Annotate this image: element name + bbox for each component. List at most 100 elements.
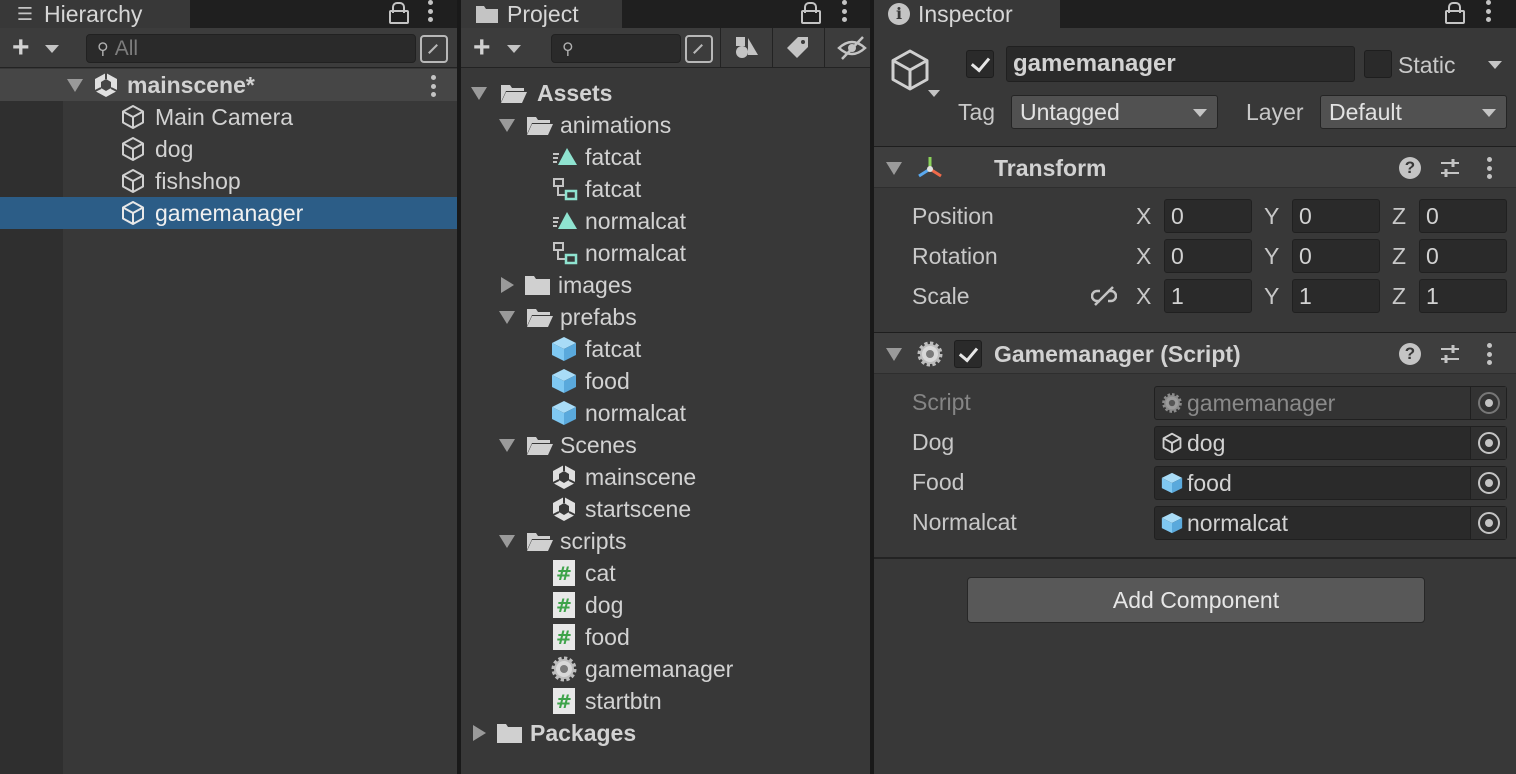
static-checkbox[interactable] <box>1364 50 1392 78</box>
expand-arrow-icon[interactable] <box>499 310 515 324</box>
axis-x-label[interactable]: X <box>1136 243 1151 270</box>
help-icon[interactable]: ? <box>1399 157 1421 179</box>
layer-dropdown[interactable]: Default <box>1320 95 1507 129</box>
expand-arrow-icon[interactable] <box>471 86 487 100</box>
list-item[interactable]: food <box>461 365 870 397</box>
list-item[interactable]: normalcat <box>461 237 870 269</box>
list-item[interactable]: dog <box>0 133 457 165</box>
static-dropdown-chevron[interactable] <box>1488 61 1502 69</box>
list-item[interactable]: mainscene <box>461 461 870 493</box>
object-picker-button[interactable] <box>1470 427 1506 459</box>
normalcat-object-field[interactable]: normalcat <box>1154 506 1507 540</box>
expand-arrow-icon[interactable] <box>886 162 902 175</box>
lock-icon[interactable] <box>389 2 409 24</box>
help-icon[interactable]: ? <box>1399 343 1421 365</box>
object-name-field[interactable]: gamemanager <box>1006 46 1355 82</box>
inspector-menu-icon[interactable] <box>1485 0 1491 22</box>
expand-arrow-icon[interactable] <box>499 118 515 132</box>
transform-menu-icon[interactable] <box>1486 157 1492 179</box>
list-item[interactable]: fatcat <box>461 141 870 173</box>
create-plus-button[interactable]: + <box>12 33 30 63</box>
list-item[interactable]: # cat <box>461 557 870 589</box>
expand-arrow-icon[interactable] <box>499 438 515 452</box>
chevron-down-icon[interactable] <box>45 45 59 53</box>
label-tag-icon[interactable] <box>785 35 811 61</box>
axis-x-label[interactable]: X <box>1136 203 1151 230</box>
lock-icon[interactable] <box>801 2 821 24</box>
tree-item-scripts[interactable]: scripts <box>461 525 870 557</box>
tree-item-packages[interactable]: Packages <box>461 717 870 749</box>
add-component-button[interactable]: Add Component <box>967 577 1425 623</box>
expand-arrow-icon[interactable] <box>886 348 902 361</box>
tab-hierarchy[interactable]: ☰ Hierarchy <box>0 0 190 28</box>
scale-x-field[interactable]: 1 <box>1164 279 1252 313</box>
tree-item-assets[interactable]: Assets <box>461 77 870 109</box>
search-by-type-icon[interactable] <box>420 35 448 63</box>
rotation-x-field[interactable]: 0 <box>1164 239 1252 273</box>
position-z-field[interactable]: 0 <box>1419 199 1507 233</box>
presets-sliders-icon[interactable] <box>1439 343 1461 365</box>
hierarchy-search-input[interactable]: ⚲ All <box>86 34 416 63</box>
scene-row[interactable]: mainscene* <box>0 69 457 101</box>
axis-z-label[interactable]: Z <box>1392 243 1406 270</box>
axis-z-label[interactable]: Z <box>1392 283 1406 310</box>
scene-menu-icon[interactable] <box>430 75 436 97</box>
tag-dropdown[interactable]: Untagged <box>1011 95 1218 129</box>
project-search-input[interactable]: ⚲ <box>551 34 681 63</box>
list-item[interactable]: # food <box>461 621 870 653</box>
position-y-field[interactable]: 0 <box>1292 199 1380 233</box>
axis-y-label[interactable]: Y <box>1264 283 1279 310</box>
hidden-eye-icon[interactable] <box>837 35 867 61</box>
expand-arrow-icon[interactable] <box>67 78 83 92</box>
list-item[interactable]: normalcat <box>461 397 870 429</box>
tree-item-animations[interactable]: animations <box>461 109 870 141</box>
target-icon <box>1478 432 1500 454</box>
list-item[interactable]: fatcat <box>461 333 870 365</box>
list-item[interactable]: normalcat <box>461 205 870 237</box>
gameobject-icon[interactable] <box>888 48 932 92</box>
object-picker-button[interactable] <box>1470 507 1506 539</box>
scale-y-field[interactable]: 1 <box>1292 279 1380 313</box>
list-item[interactable]: # startbtn <box>461 685 870 717</box>
list-item[interactable]: fatcat <box>461 173 870 205</box>
expand-arrow-icon[interactable] <box>499 534 515 548</box>
create-plus-button[interactable]: + <box>473 33 491 63</box>
axis-y-label[interactable]: Y <box>1264 243 1279 270</box>
food-object-field[interactable]: food <box>1154 466 1507 500</box>
object-picker-button[interactable] <box>1470 467 1506 499</box>
list-item[interactable]: # dog <box>461 589 870 621</box>
icon-dropdown-chevron[interactable] <box>928 90 940 97</box>
chevron-down-icon[interactable] <box>507 45 521 53</box>
search-by-type-icon[interactable] <box>685 35 713 63</box>
collapse-arrow-icon[interactable] <box>473 725 486 741</box>
rotation-z-field[interactable]: 0 <box>1419 239 1507 273</box>
tab-inspector[interactable]: i Inspector <box>874 0 1060 28</box>
list-item-selected[interactable]: gamemanager <box>0 197 457 229</box>
axis-y-label[interactable]: Y <box>1264 203 1279 230</box>
tree-item-scenes[interactable]: Scenes <box>461 429 870 461</box>
axis-x-label[interactable]: X <box>1136 283 1151 310</box>
hierarchy-menu-icon[interactable] <box>427 0 433 22</box>
position-x-field[interactable]: 0 <box>1164 199 1252 233</box>
collapse-arrow-icon[interactable] <box>501 277 514 293</box>
list-item[interactable]: gamemanager <box>461 653 870 685</box>
tab-project[interactable]: Project <box>461 0 622 28</box>
dog-object-field[interactable]: dog <box>1154 426 1507 460</box>
presets-sliders-icon[interactable] <box>1439 157 1461 179</box>
list-item[interactable]: startscene <box>461 493 870 525</box>
list-item[interactable]: Main Camera <box>0 101 457 133</box>
script-enabled-checkbox[interactable] <box>954 340 982 368</box>
lock-icon[interactable] <box>1445 2 1465 24</box>
scale-z-field[interactable]: 1 <box>1419 279 1507 313</box>
object-active-checkbox[interactable] <box>966 50 994 78</box>
list-item[interactable]: fishshop <box>0 165 457 197</box>
script-menu-icon[interactable] <box>1486 343 1492 365</box>
tree-item-images[interactable]: images <box>461 269 870 301</box>
rotation-y-field[interactable]: 0 <box>1292 239 1380 273</box>
gear-icon <box>917 341 943 367</box>
project-menu-icon[interactable] <box>841 0 847 22</box>
unlinked-scale-icon[interactable] <box>1091 285 1117 307</box>
tree-item-prefabs[interactable]: prefabs <box>461 301 870 333</box>
axis-z-label[interactable]: Z <box>1392 203 1406 230</box>
filter-by-type-icon[interactable] <box>734 35 760 61</box>
